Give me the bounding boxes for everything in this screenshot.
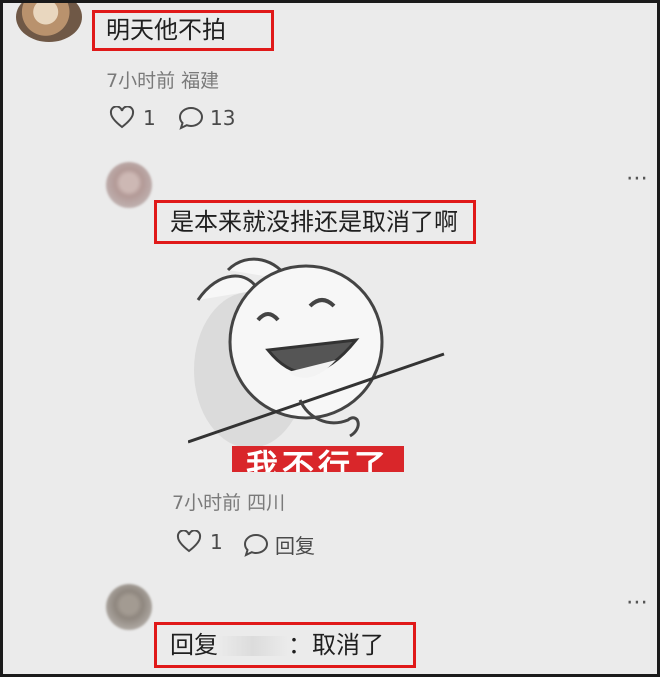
comment-bubble-icon <box>243 533 269 557</box>
reply-button[interactable]: 回复 <box>243 530 315 559</box>
comment-text: 明天他不拍 <box>106 16 226 44</box>
like-count: 1 <box>210 530 223 554</box>
comment-meta: 7小时前 四川 <box>172 492 286 514</box>
sticker-image[interactable]: 我不行了 <box>188 250 448 472</box>
like-button[interactable]: 1 <box>176 530 223 554</box>
reply-prefix: 回复 <box>170 631 218 659</box>
comment-text: 回复 ：取消了 <box>170 633 384 657</box>
avatar[interactable] <box>106 162 152 208</box>
like-button[interactable]: 1 <box>109 106 156 130</box>
comment-meta: 7小时前 福建 <box>106 70 220 92</box>
reply-count: 13 <box>210 106 236 130</box>
comment-bubble-icon <box>178 106 204 130</box>
laughing-bun-sticker-icon <box>188 257 445 448</box>
heart-icon <box>109 106 135 130</box>
avatar[interactable] <box>106 584 152 630</box>
like-count: 1 <box>143 106 156 130</box>
more-icon[interactable]: ⋯ <box>626 592 650 614</box>
more-icon[interactable]: ⋯ <box>626 168 650 190</box>
comment-text: 是本来就没排还是取消了啊 <box>170 208 458 236</box>
avatar[interactable] <box>16 0 82 42</box>
blurred-username <box>218 636 288 656</box>
sticker-caption: 我不行了 <box>232 446 404 472</box>
reply-content: ：取消了 <box>288 631 384 659</box>
reply-count-button[interactable]: 13 <box>178 106 235 130</box>
reply-label: 回复 <box>275 534 315 558</box>
heart-icon <box>176 530 202 554</box>
